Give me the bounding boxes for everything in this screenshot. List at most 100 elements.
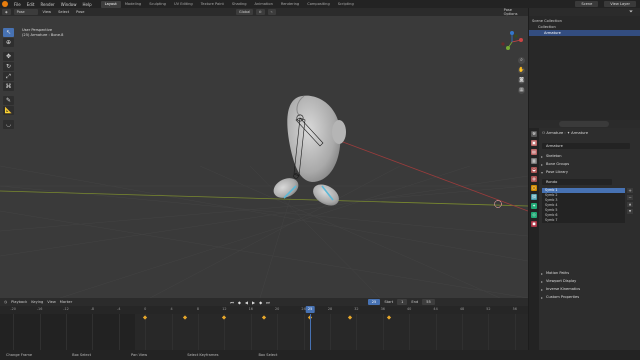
menu-render[interactable]: Render bbox=[37, 2, 57, 7]
tab-modeling[interactable]: Modeling bbox=[121, 1, 145, 8]
view-layer-selector[interactable]: View Layer bbox=[604, 1, 636, 7]
scene-tab-icon[interactable]: ◒ bbox=[531, 167, 537, 173]
pivot-icon[interactable]: ⊙ bbox=[255, 9, 265, 15]
tab-sculpting[interactable]: Sculpting bbox=[145, 1, 170, 8]
constraint-tab-icon[interactable]: ⛓ bbox=[531, 194, 537, 200]
3d-viewport[interactable]: User Perspective (25) Armature : Bone.8 … bbox=[0, 16, 528, 298]
timeline-editor-icon[interactable]: ◷ bbox=[4, 300, 7, 304]
viewport-header: ◈ Pose Mode View Select Pose Global ⊙ ⌁ … bbox=[0, 8, 528, 20]
transform-tool-icon[interactable]: ⌘ bbox=[3, 82, 14, 91]
next-key-icon[interactable]: ◆ bbox=[259, 300, 262, 305]
pan-hand-icon[interactable]: ✋ bbox=[518, 67, 525, 74]
object-tab-icon[interactable]: ▢ bbox=[531, 185, 537, 191]
character-mesh[interactable] bbox=[270, 95, 346, 210]
jump-start-icon[interactable]: ⏮ bbox=[230, 300, 234, 305]
tool-tab-icon[interactable]: ⚒ bbox=[531, 131, 537, 137]
pose-options-menu[interactable]: Pose Options bbox=[502, 8, 528, 16]
mode-selector[interactable]: Pose Mode bbox=[13, 9, 38, 20]
tab-uv-editing[interactable]: UV Editing bbox=[170, 1, 197, 8]
play-reverse-icon[interactable]: ◀ bbox=[245, 300, 248, 305]
scale-tool-icon[interactable]: ⤢ bbox=[3, 72, 14, 81]
timeline-gridline bbox=[409, 314, 411, 350]
viewport-menu-pose[interactable]: Pose bbox=[74, 10, 86, 14]
remove-pose-icon[interactable]: − bbox=[627, 195, 633, 200]
blender-logo-icon[interactable] bbox=[2, 1, 8, 7]
timeline-menu-keying[interactable]: Keying bbox=[31, 300, 43, 304]
camera-icon[interactable]: ◙ bbox=[518, 77, 525, 84]
rotate-tool-icon[interactable]: ↻ bbox=[3, 62, 14, 71]
3d-cursor-icon[interactable] bbox=[494, 200, 502, 208]
properties-search[interactable] bbox=[559, 121, 609, 127]
outliner-row-armature[interactable]: Armature bbox=[529, 30, 640, 36]
world-tab-icon[interactable]: ◍ bbox=[531, 176, 537, 182]
menu-edit[interactable]: Edit bbox=[24, 2, 38, 7]
output-tab-icon[interactable]: ▤ bbox=[531, 149, 537, 155]
section-inverse-kinematics[interactable]: Inverse Kinematics bbox=[539, 286, 640, 293]
bone-tab-icon[interactable]: ◇ bbox=[531, 212, 537, 218]
timeline-menu-marker[interactable]: Marker bbox=[60, 300, 72, 304]
tab-scripting[interactable]: Scripting bbox=[334, 1, 358, 8]
section-bone-groups[interactable]: Bone Groups bbox=[539, 161, 640, 168]
keyframe-marker[interactable] bbox=[143, 315, 148, 320]
keyframe-marker[interactable] bbox=[347, 315, 352, 320]
move-up-icon[interactable]: ▲ bbox=[627, 202, 633, 207]
keyframe-marker[interactable] bbox=[222, 315, 227, 320]
tab-rendering[interactable]: Rendering bbox=[277, 1, 303, 8]
keyframe-marker[interactable] bbox=[261, 315, 267, 320]
tab-compositing[interactable]: Compositing bbox=[303, 1, 334, 8]
start-frame-field[interactable]: 1 bbox=[397, 299, 408, 305]
keyframe-marker[interactable] bbox=[387, 315, 392, 320]
scene-selector[interactable]: Scene bbox=[575, 1, 599, 7]
measure-tool-icon[interactable]: 📐 bbox=[3, 106, 14, 115]
pose-item[interactable]: Symb 7 bbox=[542, 218, 625, 223]
armature-datablock-field[interactable]: Armature bbox=[542, 143, 630, 149]
timeline-menu-playback[interactable]: Playback bbox=[11, 300, 27, 304]
move-tool-icon[interactable]: ✥ bbox=[3, 52, 14, 61]
tab-layout[interactable]: Layout bbox=[100, 0, 121, 8]
outliner-filter-icon[interactable]: ⏷ bbox=[629, 9, 633, 15]
tab-shading[interactable]: Shading bbox=[228, 1, 251, 8]
menu-help[interactable]: Help bbox=[79, 2, 94, 7]
playhead[interactable] bbox=[310, 314, 312, 350]
tab-animation[interactable]: Animation bbox=[251, 1, 277, 8]
annotate-tool-icon[interactable]: ✎ bbox=[3, 96, 14, 105]
keyframe-marker[interactable] bbox=[182, 315, 187, 320]
current-frame-field[interactable]: 25 bbox=[367, 299, 381, 305]
jump-end-icon[interactable]: ⏭ bbox=[266, 300, 270, 305]
texture-tab-icon[interactable]: ◼ bbox=[531, 221, 537, 227]
section-pose-library[interactable]: Pose Library bbox=[539, 169, 640, 176]
end-frame-field[interactable]: 55 bbox=[422, 299, 435, 305]
cursor-tool-icon[interactable]: ⊕ bbox=[3, 38, 14, 47]
section-skeleton[interactable]: Skeleton bbox=[539, 153, 640, 160]
editor-type-button[interactable]: ◈ bbox=[2, 9, 11, 15]
select-tool-icon[interactable]: ↖ bbox=[3, 28, 14, 37]
play-icon[interactable]: ▶ bbox=[252, 300, 255, 305]
armature-data-tab-icon[interactable]: ✦ bbox=[531, 203, 537, 209]
grid-toggle-icon[interactable]: ▦ bbox=[518, 87, 525, 94]
section-motion-paths[interactable]: Motion Paths bbox=[539, 270, 640, 277]
viewport-menu-view[interactable]: View bbox=[41, 10, 54, 14]
menu-file[interactable]: File bbox=[11, 2, 24, 7]
timeline-menu-view[interactable]: View bbox=[47, 300, 56, 304]
snap-icon[interactable]: ⌁ bbox=[267, 9, 276, 15]
move-down-icon[interactable]: ▼ bbox=[627, 209, 633, 214]
transform-orientation-selector[interactable]: Global bbox=[236, 9, 253, 15]
zoom-icon[interactable]: ⌕ bbox=[518, 57, 525, 64]
playhead-frame-label[interactable]: 25 bbox=[305, 306, 315, 313]
section-viewport-display[interactable]: Viewport Display bbox=[539, 278, 640, 285]
section-custom-properties[interactable]: Custom Properties bbox=[539, 294, 640, 301]
add-pose-icon[interactable]: + bbox=[627, 188, 633, 193]
timeline-track[interactable] bbox=[0, 314, 528, 350]
navigation-gizmo[interactable] bbox=[500, 30, 524, 54]
tool-shelf: ↖ ⊕ ✥ ↻ ⤢ ⌘ ✎ 📐 ◡ bbox=[3, 28, 14, 129]
timeline-gridline bbox=[330, 314, 331, 350]
tab-texture-paint[interactable]: Texture Paint bbox=[197, 1, 228, 8]
viewport-menu-select[interactable]: Select bbox=[56, 10, 71, 14]
view-layer-tab-icon[interactable]: ▥ bbox=[531, 158, 537, 164]
relax-pose-tool-icon[interactable]: ◡ bbox=[3, 120, 14, 129]
render-tab-icon[interactable]: ▣ bbox=[531, 140, 537, 146]
timeline-ruler[interactable]: -20 -16 -12 -8 -4 0 4 8 12 16 20 24 28 32 36 40 44 48 52 56… bbox=[0, 306, 528, 314]
menu-window[interactable]: Window bbox=[58, 2, 80, 7]
prev-key-icon[interactable]: ◆ bbox=[238, 300, 241, 305]
pose-library-field[interactable]: Rondo bbox=[542, 179, 612, 185]
